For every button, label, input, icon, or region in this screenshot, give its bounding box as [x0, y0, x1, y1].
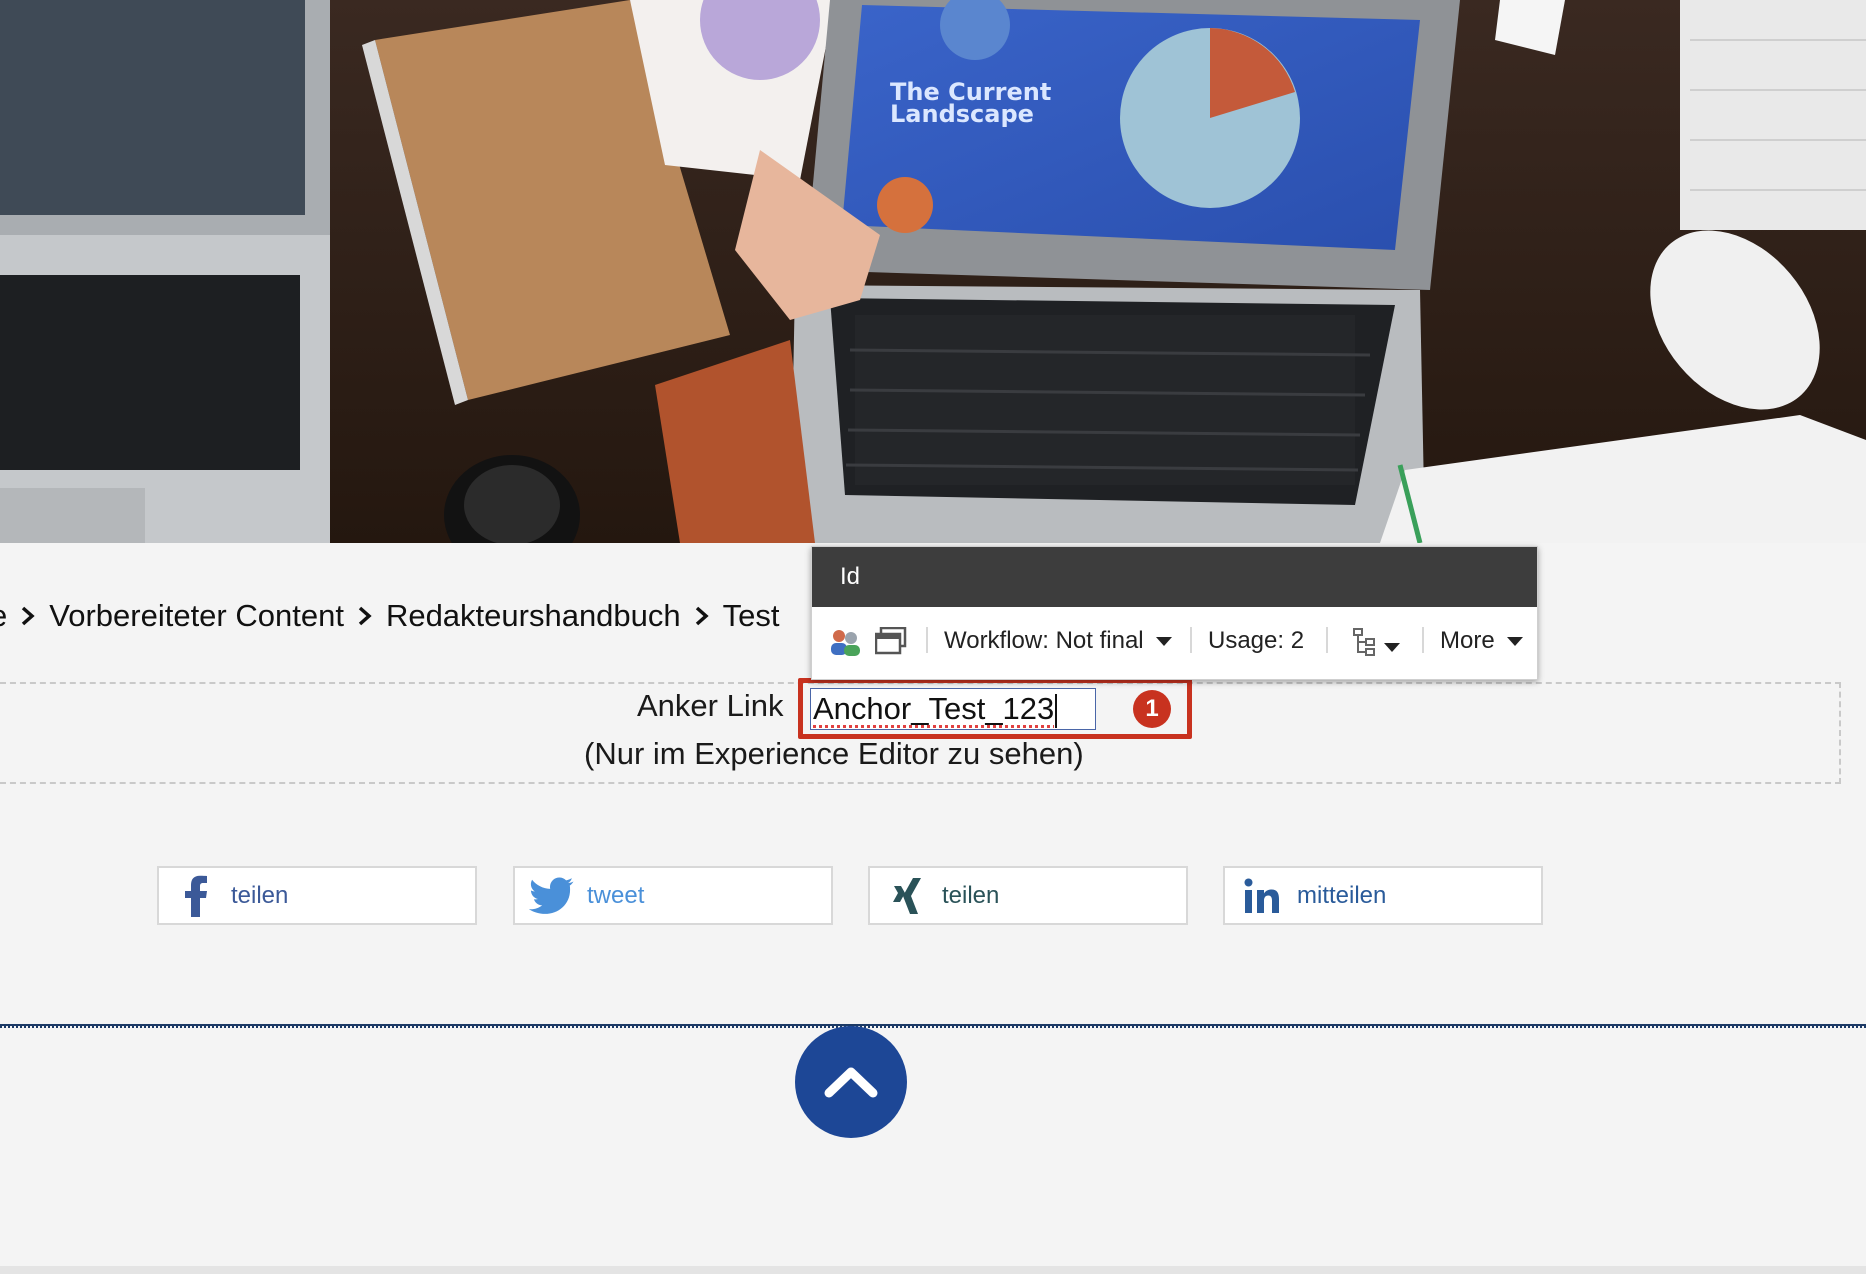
toolbar-actions: Workflow: Not final Usage: 2 More — [812, 607, 1537, 680]
window-icon[interactable] — [875, 627, 907, 655]
toolbar-separator — [1190, 627, 1192, 653]
anchor-link-hint: (Nur im Experience Editor zu sehen) — [584, 736, 1084, 771]
chevron-right-icon — [695, 606, 709, 626]
twitter-share-label: tweet — [587, 881, 645, 909]
facebook-share-button[interactable]: teilen — [157, 866, 477, 925]
annotation-badge: 1 — [1133, 690, 1171, 728]
chevron-down-icon[interactable] — [1384, 643, 1400, 652]
chevron-up-icon — [824, 1067, 878, 1098]
facebook-icon — [173, 873, 219, 919]
breadcrumb-item-test[interactable]: Test — [723, 598, 780, 634]
page-bottom-strip — [0, 1266, 1866, 1274]
twitter-icon — [529, 873, 575, 919]
anchor-link-label: Anker Link — [637, 688, 784, 723]
toolbar-separator — [926, 627, 928, 653]
usage-button[interactable]: Usage: 2 — [1208, 627, 1304, 655]
more-label: More — [1440, 627, 1495, 654]
chevron-down-icon — [1506, 636, 1523, 646]
back-to-top-button[interactable] — [795, 1026, 907, 1138]
tree-icon[interactable] — [1352, 627, 1378, 657]
chevron-right-icon — [22, 606, 35, 626]
users-icon[interactable] — [828, 627, 862, 657]
chevron-right-icon — [358, 606, 372, 626]
workflow-label: Workflow: Not final — [944, 627, 1144, 654]
xing-share-label: teilen — [942, 881, 1000, 909]
toolbar-field-name: Id — [812, 547, 1537, 607]
toolbar-separator — [1326, 627, 1328, 653]
linkedin-icon — [1239, 873, 1285, 919]
toolbar-separator — [1422, 627, 1424, 653]
workflow-dropdown[interactable]: Workflow: Not final — [944, 627, 1172, 655]
chevron-down-icon — [1155, 636, 1172, 646]
linkedin-share-label: mitteilen — [1297, 881, 1387, 909]
breadcrumb-item-home[interactable]: e — [0, 598, 7, 634]
footer-divider — [0, 1024, 1866, 1028]
hero-screen-subtitle: Landscape — [890, 100, 1034, 128]
twitter-share-button[interactable]: tweet — [513, 866, 833, 925]
field-editor-toolbar: Id Workflow: Not final Usage: 2 More — [811, 546, 1538, 680]
xing-share-button[interactable]: teilen — [868, 866, 1188, 925]
breadcrumb-item-redakteurshandbuch[interactable]: Redakteurshandbuch — [386, 598, 681, 634]
hero-image: The Current Landscape — [0, 0, 1866, 543]
more-dropdown[interactable]: More — [1440, 627, 1523, 655]
breadcrumb-item-vorbereiteter-content[interactable]: Vorbereiteter Content — [49, 598, 344, 634]
facebook-share-label: teilen — [231, 881, 289, 909]
xing-icon — [884, 873, 930, 919]
linkedin-share-button[interactable]: mitteilen — [1223, 866, 1543, 925]
breadcrumb: e Vorbereiteter Content Redakteurshandbu… — [0, 592, 820, 636]
usage-label: Usage: 2 — [1208, 627, 1305, 654]
